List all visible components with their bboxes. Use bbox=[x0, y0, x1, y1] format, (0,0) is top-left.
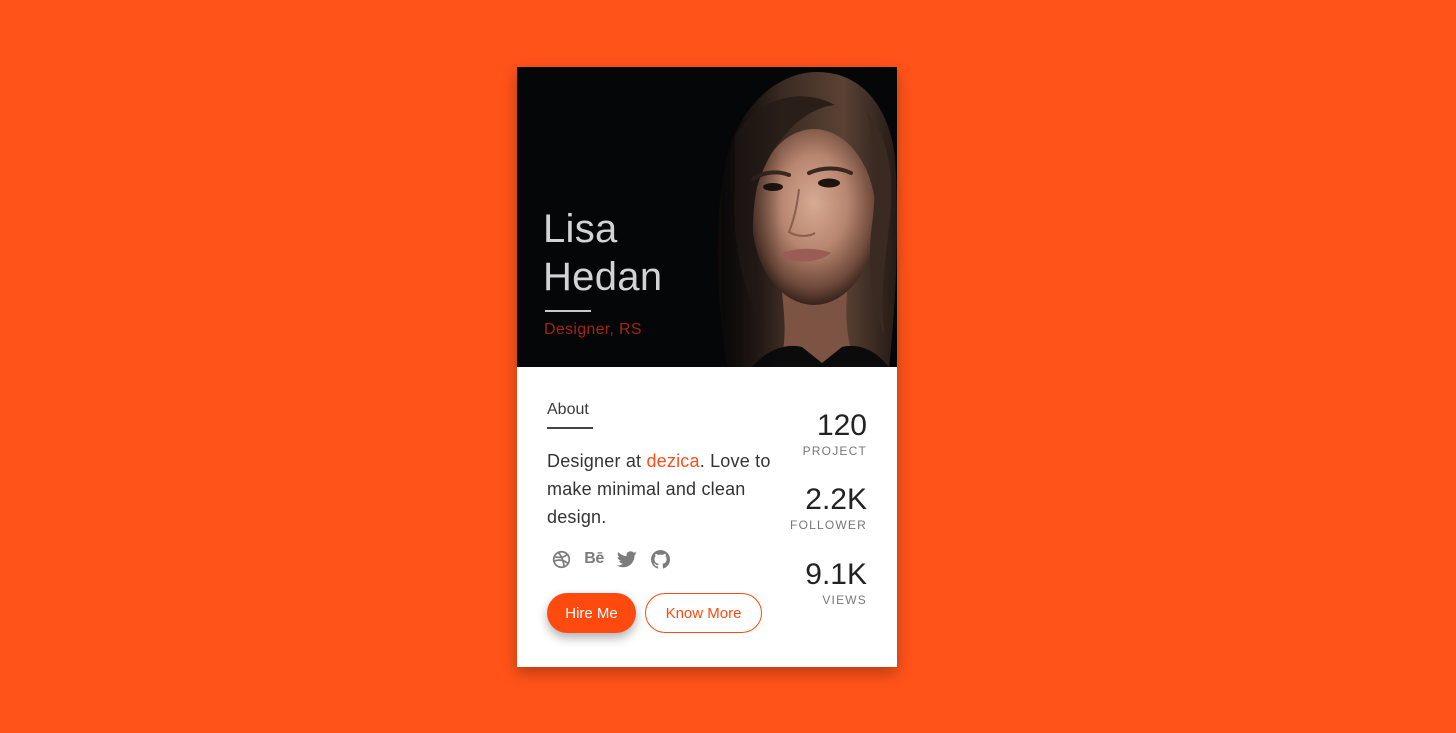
last-name: Hedan bbox=[543, 255, 663, 299]
about-heading: About bbox=[547, 401, 589, 418]
behance-icon[interactable]: Bē bbox=[583, 548, 605, 570]
stat-follower: 2.2K FOLLOWER bbox=[790, 483, 867, 532]
know-more-button[interactable]: Know More bbox=[645, 593, 762, 633]
first-name: Lisa bbox=[543, 207, 618, 251]
stat-label: FOLLOWER bbox=[790, 518, 867, 532]
twitter-icon[interactable] bbox=[616, 548, 638, 570]
stat-value: 2.2K bbox=[805, 483, 867, 516]
stat-label: PROJECT bbox=[802, 444, 867, 458]
profile-hero: Lisa Hedan Designer, RS bbox=[517, 67, 897, 367]
stat-project: 120 PROJECT bbox=[803, 409, 867, 458]
social-links: Bē bbox=[550, 548, 671, 570]
hire-me-button[interactable]: Hire Me bbox=[547, 593, 636, 633]
about-divider bbox=[547, 427, 593, 429]
profile-name: Lisa Hedan bbox=[543, 205, 662, 301]
profile-card: Lisa Hedan Designer, RS About Designer a… bbox=[517, 67, 897, 667]
about-text-before: Designer at bbox=[547, 451, 647, 471]
about-text: Designer at dezica. Love to make minimal… bbox=[547, 447, 787, 531]
github-icon[interactable] bbox=[649, 548, 671, 570]
stat-value: 9.1K bbox=[805, 558, 867, 591]
stat-label: VIEWS bbox=[822, 593, 867, 607]
dribbble-icon[interactable] bbox=[550, 548, 572, 570]
profile-role: Designer, RS bbox=[544, 321, 642, 338]
company-link[interactable]: dezica bbox=[646, 451, 699, 471]
name-divider bbox=[545, 310, 591, 312]
stat-views: 9.1K VIEWS bbox=[805, 558, 867, 607]
stat-value: 120 bbox=[816, 409, 867, 442]
